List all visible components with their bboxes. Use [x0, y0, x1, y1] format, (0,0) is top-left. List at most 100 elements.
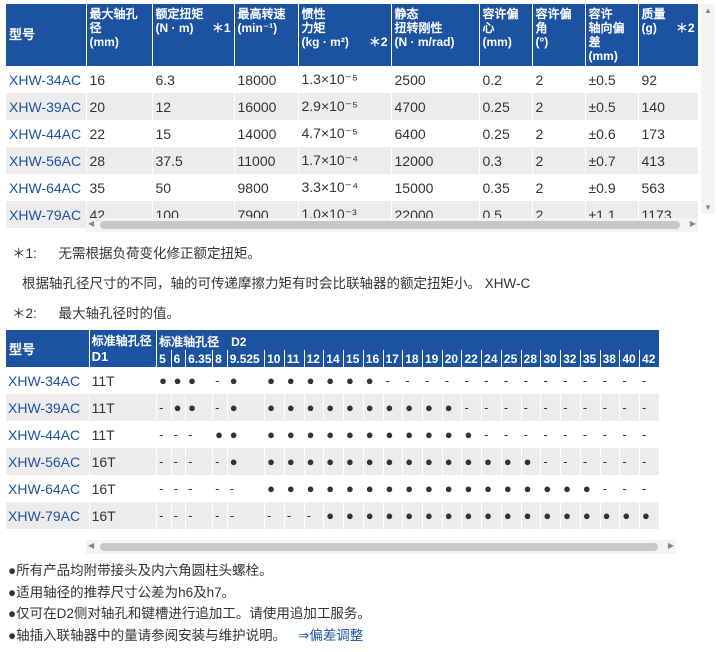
spec-header-2: 额定扭矩 (N · m) ＊1 [152, 4, 235, 66]
bore-availability-cell: - [540, 421, 562, 448]
spec-header-1: 最大轴孔径 (mm) [86, 4, 153, 66]
table-cell: 2500 [391, 66, 480, 93]
bore-availability-cell: ● [461, 502, 483, 529]
bore-header-std: 标准轴孔径 D1 [89, 330, 158, 367]
spec-header-line: (mm) [588, 49, 618, 63]
table-cell: 2 [532, 93, 586, 120]
bore-availability-cell: ● [264, 367, 285, 394]
bore-size-header: 6.35 [185, 350, 214, 367]
table-cell: 9800 [234, 174, 299, 201]
bore-availability-cell: ● [442, 475, 463, 502]
scroll-right-arrow-icon[interactable]: ▶ [668, 541, 674, 550]
bore-availability-cell: ● [619, 502, 641, 529]
bore-availability-cell: - [264, 502, 285, 529]
bore-availability-cell: ● [560, 502, 581, 529]
bore-availability-cell: - [580, 367, 601, 394]
spec-header-line: (min⁻¹) [237, 21, 278, 35]
bore-availability-cell: ● [442, 394, 463, 421]
horizontal-scroll-thumb[interactable] [100, 221, 680, 229]
spec-header-line: 惯性 [301, 7, 326, 21]
bore-availability-cell: ● [540, 502, 562, 529]
bore-availability-cell: - [304, 502, 325, 529]
bore-availability-cell: - [156, 475, 172, 502]
table-cell: 4.7×10⁻⁵ [298, 120, 392, 147]
spec-header-line: (°) [535, 35, 549, 49]
bore-availability-cell: ● [212, 421, 228, 448]
spec-table-vertical-scrollbar[interactable]: ▲ ▼ [701, 4, 715, 214]
bore-availability-cell: ● [323, 394, 345, 421]
table-cell: 18000 [234, 66, 299, 93]
bore-availability-cell: ● [323, 475, 345, 502]
bore-availability-cell: ● [304, 367, 325, 394]
scroll-down-arrow-icon[interactable]: ▼ [704, 203, 712, 212]
deviation-adjust-link[interactable]: ⇒偏差调整 [298, 628, 363, 643]
bore-availability-cell: ● [227, 394, 266, 421]
bore-availability-cell: - [422, 367, 443, 394]
bore-size-header: 9.525 [227, 350, 266, 367]
bore-availability-cell: ● [461, 448, 483, 475]
bore-size-header: 35 [580, 350, 601, 367]
scroll-right-arrow-icon[interactable]: ▶ [690, 219, 696, 228]
horizontal-scroll-thumb[interactable] [100, 543, 658, 551]
bore-size-header: 6 [171, 350, 187, 367]
bore-availability-cell: - [580, 421, 601, 448]
model-cell: XHW-64AC [6, 174, 87, 201]
bore-availability-cell: ● [363, 367, 384, 394]
std-bore-cell: 16T [89, 502, 158, 529]
spec-header-line: 质量 [641, 7, 666, 21]
bore-availability-cell: - [619, 448, 641, 475]
std-bore-cell: 11T [89, 367, 158, 394]
scroll-left-arrow-icon[interactable]: ◀ [88, 219, 94, 228]
bore-availability-cell: - [171, 502, 187, 529]
bore-availability-cell: ● [264, 448, 285, 475]
scroll-up-arrow-icon[interactable]: ▲ [704, 6, 712, 15]
bore-availability-cell: ● [481, 502, 502, 529]
footnote-1-mark: ＊1: [12, 246, 37, 261]
bore-availability-cell: - [284, 502, 305, 529]
bore-availability-cell: - [185, 448, 214, 475]
bore-availability-cell: ● [171, 394, 187, 421]
bore-availability-cell: ● [343, 421, 364, 448]
spec-table-container[interactable]: 型号 最大轴孔径 (mm) 额定扭矩 (N · m) ＊1 最高转速 (min⁻¹) 惯性 力矩(… [6, 4, 715, 232]
table-cell: 2 [532, 147, 586, 174]
bore-availability-cell: ● [383, 502, 404, 529]
model-cell: XHW-39AC [6, 93, 87, 120]
bore-availability-cell: ● [264, 421, 285, 448]
bore-availability-cell: ● [304, 394, 325, 421]
bore-table-container[interactable]: 型号 标准轴孔径 D1 标准轴孔径 D2 5 6 6.35 8 9.525 10 11 12 1… [6, 330, 676, 556]
table-cell: 14000 [234, 120, 299, 147]
table-cell: ±0.5 [585, 66, 639, 93]
bore-availability-cell: ● [284, 421, 305, 448]
std-bore-cell: 11T [89, 421, 158, 448]
table-cell: 35 [86, 174, 153, 201]
scroll-left-arrow-icon[interactable]: ◀ [88, 541, 94, 550]
spec-table-horizontal-scrollbar[interactable]: ◀ ▶ [86, 218, 698, 232]
bore-availability-cell: - [600, 448, 621, 475]
bore-availability-cell: - [212, 502, 228, 529]
bore-availability-cell: ● [363, 394, 384, 421]
bore-availability-cell: - [156, 421, 172, 448]
bore-availability-cell: ● [156, 367, 172, 394]
bore-availability-cell: - [212, 394, 228, 421]
bore-availability-cell: ● [481, 475, 502, 502]
spec-table: 型号 最大轴孔径 (mm) 额定扭矩 (N · m) ＊1 最高转速 (min⁻¹) 惯性 力矩(… [6, 4, 699, 228]
bore-availability-cell: - [156, 448, 172, 475]
spec-header-line: (mm) [482, 35, 512, 49]
bore-availability-cell: ● [402, 475, 423, 502]
bore-size-header: 14 [323, 350, 345, 367]
bore-header-model: 型号 [6, 330, 90, 367]
bore-availability-cell: - [481, 421, 502, 448]
table-cell: 413 [638, 147, 699, 174]
bore-table-horizontal-scrollbar[interactable]: ◀ ▶ [86, 540, 676, 554]
spec-header-line: (N · m/rad) [394, 35, 455, 49]
table-cell: 2 [532, 120, 586, 147]
bore-availability-cell: - [540, 367, 562, 394]
spec-header-line: (mm) [89, 35, 119, 49]
bore-availability-cell: - [521, 421, 542, 448]
bore-availability-cell: - [402, 367, 423, 394]
table-row: XHW-64AC 35 50 9800 3.3×10⁻⁴ 15000 0.35 2 ±0.9 56… [6, 174, 699, 201]
bore-availability-cell: - [383, 367, 404, 394]
table-cell: 0.25 [479, 93, 533, 120]
bore-availability-cell: - [156, 394, 172, 421]
bore-availability-cell: - [521, 394, 542, 421]
